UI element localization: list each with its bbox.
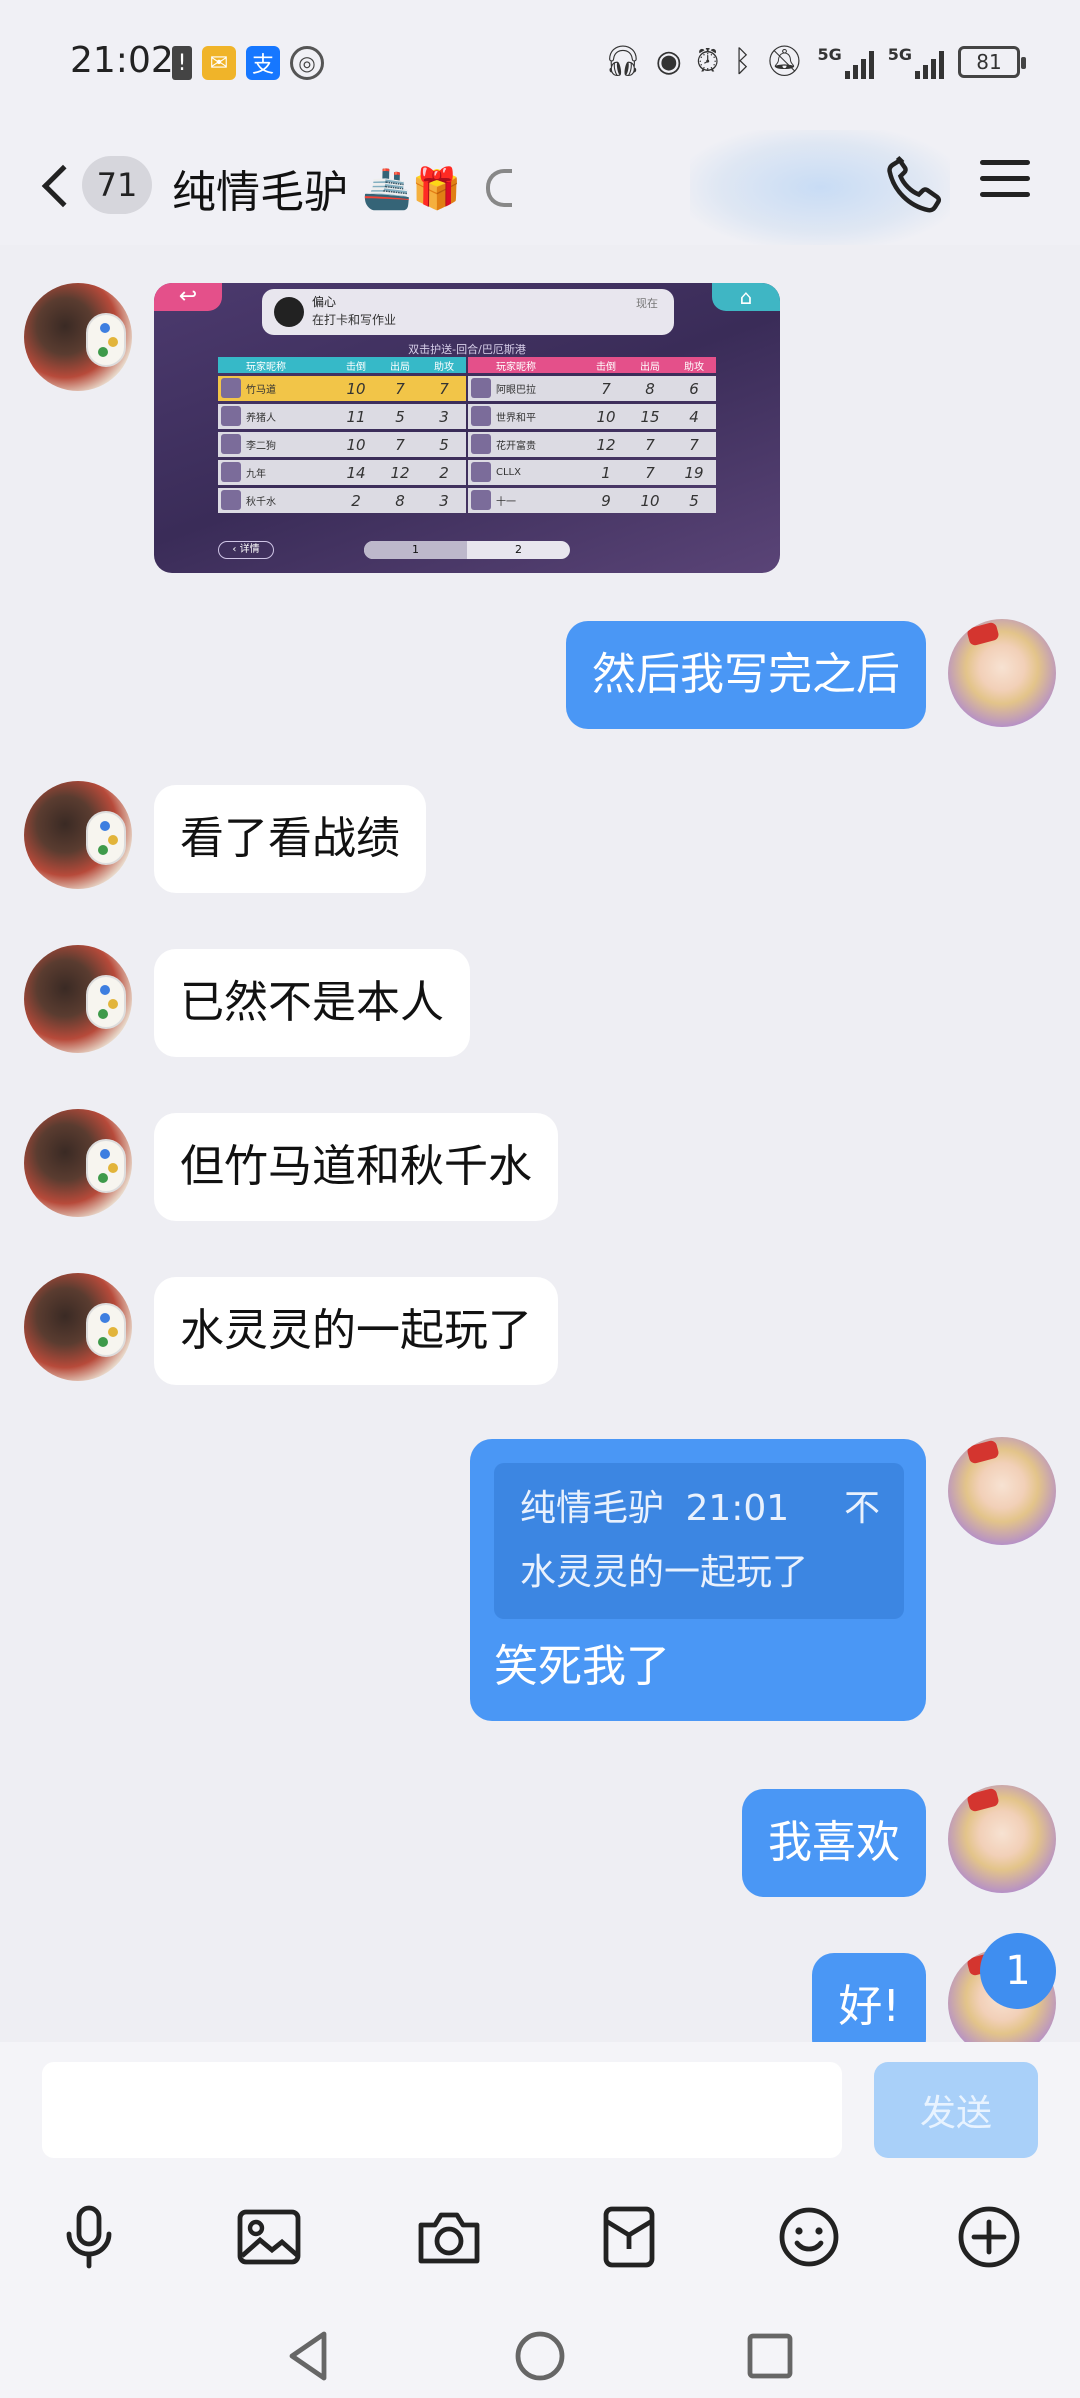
alipay-icon: 支: [246, 46, 280, 80]
table-row: 秋千水 2 8 3: [218, 488, 466, 513]
alert-icon: !: [172, 46, 192, 80]
game-back-icon: ↩: [154, 283, 222, 311]
unread-count-badge: 71: [82, 156, 152, 214]
phone-call-button[interactable]: [878, 148, 950, 220]
table-row: CLLX 1 7 19: [468, 460, 716, 485]
my-avatar[interactable]: [948, 1785, 1056, 1893]
notify-time: 现在: [636, 297, 658, 310]
chat-header: 71 纯情毛驴 🚢🎁: [0, 130, 1080, 245]
microphone-icon[interactable]: [44, 2192, 134, 2282]
chevron-left-icon: [41, 164, 85, 208]
table-row: 阿眼巴拉 7 8 6: [468, 376, 716, 401]
qq-notification: 偏心 在打卡和写作业 现在: [262, 289, 674, 335]
table-row: 养猪人 11 5 3: [218, 404, 466, 429]
my-avatar[interactable]: [948, 619, 1056, 727]
phone-icon: [887, 156, 942, 213]
headphones-icon: 🎧︎: [603, 44, 642, 79]
qq-icon: [274, 297, 304, 327]
message-bubble-incoming[interactable]: 水灵灵的一起玩了: [154, 1277, 558, 1385]
game-mode-label: 双击护送-回合/巴厄斯港: [408, 343, 526, 356]
quote-time: 21:01: [685, 1488, 790, 1529]
quote-author: 纯情毛驴: [520, 1488, 665, 1529]
chat-title[interactable]: 纯情毛驴 🚢🎁: [172, 156, 512, 220]
quote-header: 纯情毛驴 21:01: [520, 1477, 878, 1541]
left-team-table: 玩家昵称 击倒 出局 助攻 竹马道 10 7 7 养猪人 11 5 3 李二狗 10 7 5 九年 14 1…: [218, 357, 466, 513]
back-nav-icon[interactable]: [280, 2326, 340, 2386]
contact-avatar[interactable]: [24, 945, 132, 1053]
contact-avatar[interactable]: [24, 1273, 132, 1381]
message-bubble-outgoing[interactable]: 然后我写完之后: [566, 621, 926, 729]
status-bar: 21:02 ! ✉ 支 ◎ 🎧︎ ◉ ⏰︎ ᛒ 🔕︎ 5G 5G 81: [0, 0, 1080, 130]
mute-icon: 🔕︎: [765, 44, 804, 79]
quote-truncated-text: 不: [843, 1488, 880, 1529]
recents-nav-icon[interactable]: [740, 2326, 800, 2386]
message-bubble-outgoing[interactable]: 纯情毛驴 21:01 不 水灵灵的一起玩了 笑死我了: [470, 1439, 926, 1721]
message-bubble-incoming[interactable]: 已然不是本人: [154, 949, 470, 1057]
contact-avatar[interactable]: [24, 781, 132, 889]
table-row: 李二狗 10 7 5: [218, 432, 466, 457]
system-nav-bar: [0, 2312, 1080, 2398]
alarm-icon: ⏰︎: [695, 44, 720, 79]
game-detail-button: ‹ 详情: [218, 541, 274, 559]
message-bubble-incoming[interactable]: 看了看战绩: [154, 785, 426, 893]
status-left-icons: ! ✉ 支 ◎: [172, 46, 324, 80]
table-row: 九年 14 12 2: [218, 460, 466, 485]
message-list[interactable]: ↩ ⌂ 偏心 在打卡和写作业 现在 双击护送-回合/巴厄斯港 玩家昵称 击倒 出局助…: [0, 245, 1080, 2045]
status-right-icons: 🎧︎ ◉ ⏰︎ ᛒ 🔕︎ 5G 5G 81: [603, 44, 1026, 79]
table-row: 竹马道 10 7 7: [218, 376, 466, 401]
chat-title-text: 纯情毛驴: [172, 167, 348, 218]
image-icon[interactable]: [224, 2192, 314, 2282]
message-bubble-outgoing[interactable]: 我喜欢: [742, 1789, 926, 1897]
bluetooth-icon: ᛒ: [733, 44, 752, 79]
message-bubble-outgoing[interactable]: 好!: [812, 1953, 926, 2045]
globe-icon: ◎: [290, 46, 324, 80]
contact-avatar[interactable]: [24, 283, 132, 391]
quote-text: 水灵灵的一起玩了: [520, 1552, 809, 1593]
notify-name: 偏心: [312, 295, 337, 309]
contact-avatar[interactable]: [24, 1109, 132, 1217]
signal-5g-icon: 5G: [888, 45, 944, 79]
title-emojis: 🚢🎁: [362, 165, 462, 212]
notify-text: 在打卡和写作业: [312, 313, 397, 327]
new-message-badge[interactable]: 1: [980, 1933, 1056, 2009]
message-bubble-incoming[interactable]: 但竹马道和秋千水: [154, 1113, 558, 1221]
quoted-message[interactable]: 纯情毛驴 21:01 不 水灵灵的一起玩了: [494, 1463, 904, 1619]
game-result-image[interactable]: ↩ ⌂ 偏心 在打卡和写作业 现在 双击护送-回合/巴厄斯港 玩家昵称 击倒 出局助…: [154, 283, 780, 573]
back-button[interactable]: 71: [38, 150, 158, 222]
plus-icon[interactable]: [944, 2192, 1034, 2282]
send-button[interactable]: 发送: [874, 2062, 1038, 2158]
input-area: 发送: [0, 2042, 1080, 2398]
input-toolbar: [0, 2192, 1080, 2312]
signal-5g-icon: 5G: [817, 45, 874, 79]
battery-icon: 81: [958, 45, 1026, 78]
ear-icon[interactable]: [485, 169, 512, 207]
right-team-table: 玩家昵称 击倒 出局 助攻 阿眼巴拉 7 8 6 世界和平 10 15 4 花开富贵 12 7 7 CL…: [468, 357, 716, 513]
game-pager: 12: [364, 541, 570, 559]
mail-icon: ✉: [202, 46, 236, 80]
table-row: 世界和平 10 15 4: [468, 404, 716, 429]
camera-icon[interactable]: [404, 2192, 494, 2282]
emoji-icon[interactable]: [764, 2192, 854, 2282]
game-home-icon: ⌂: [712, 283, 780, 311]
table-row: 十一 9 10 5: [468, 488, 716, 513]
message-input[interactable]: [42, 2062, 842, 2158]
table-row: 花开富贵 12 7 7: [468, 432, 716, 457]
red-packet-icon[interactable]: [584, 2192, 674, 2282]
status-time: 21:02: [70, 40, 174, 81]
home-nav-icon[interactable]: [510, 2326, 570, 2386]
my-avatar[interactable]: [948, 1437, 1056, 1545]
eye-icon: ◉: [655, 44, 682, 79]
menu-button[interactable]: [980, 160, 1030, 210]
message-text: 笑死我了: [494, 1641, 670, 1692]
